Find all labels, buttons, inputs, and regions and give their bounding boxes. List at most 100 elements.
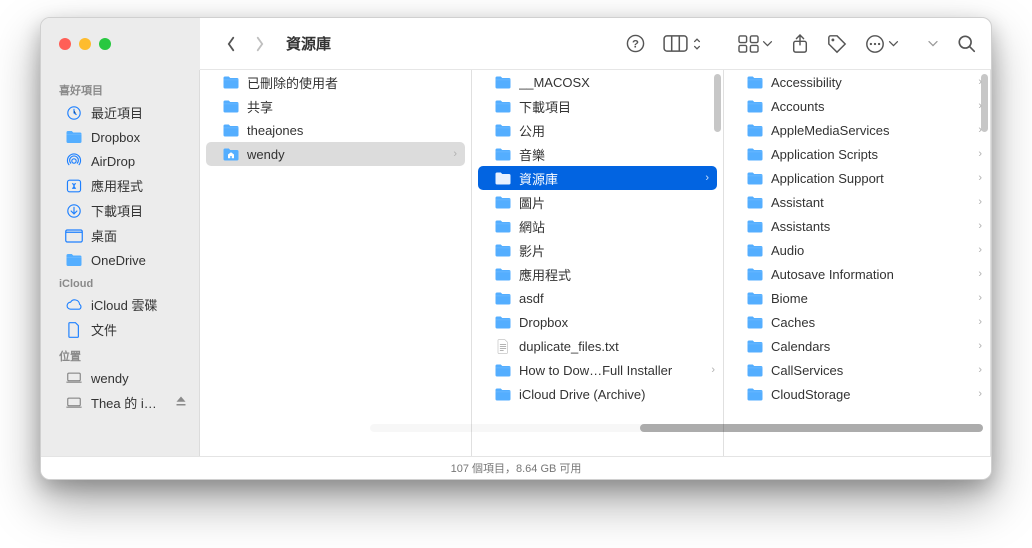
folder-icon [65,128,83,146]
file-name: Application Scripts [771,147,971,162]
file-row[interactable]: asdf [472,286,723,310]
sidebar-item[interactable]: Thea 的 i… [47,390,193,415]
file-row[interactable]: Dropbox [472,310,723,334]
sidebar-item[interactable]: AirDrop [47,149,193,173]
status-bar: 107 個項目，8.64 GB 可用 [41,456,991,479]
sidebar-item[interactable]: 桌面 [47,223,193,248]
folder-icon [746,266,764,282]
chevron-right-icon: › [978,196,982,208]
sidebar-item-label: 文件 [91,320,117,339]
forward-button[interactable] [246,30,272,58]
file-row[interactable]: 已刪除的使用者 [200,70,471,94]
help-button[interactable] [626,34,645,53]
file-name: 圖片 [519,193,715,212]
file-row[interactable]: Accounts› [724,94,990,118]
file-row[interactable]: iCloud Drive (Archive) [472,382,723,406]
file-name: Application Support [771,171,971,186]
eject-icon[interactable] [175,395,187,410]
chevron-right-icon: › [978,100,982,112]
chevron-right-icon: › [978,316,982,328]
file-name: CloudStorage [771,387,971,402]
columns-view: 已刪除的使用者共享theajoneswendy› __MACOSX下載項目公用音… [200,70,991,456]
file-row[interactable]: Audio› [724,238,990,262]
status-text: 107 個項目，8.64 GB 可用 [451,460,582,476]
sidebar-item-label: 桌面 [91,226,117,245]
scrollbar-thumb[interactable] [640,424,983,432]
folder-icon [494,122,512,138]
file-name: wendy [247,147,446,162]
sidebar-section-title: iCloud [41,272,199,292]
file-name: AppleMediaServices [771,123,971,138]
folder-icon [746,338,764,354]
file-row[interactable]: Application Scripts› [724,142,990,166]
folder-icon [746,194,764,210]
column-1[interactable]: 已刪除的使用者共享 theajones wendy› [200,70,472,456]
file-row[interactable]: duplicate_files.txt [472,334,723,358]
file-row[interactable]: Biome› [724,286,990,310]
back-button[interactable] [218,30,244,58]
group-by-button[interactable] [738,34,773,53]
file-row[interactable]: 影片 [472,238,723,262]
file-row[interactable]: Calendars› [724,334,990,358]
file-row[interactable]: Application Support› [724,166,990,190]
file-name: 共享 [247,97,463,116]
overflow-button[interactable] [927,40,939,48]
file-row[interactable]: theajones [200,118,471,142]
file-row[interactable]: Assistant› [724,190,990,214]
actions-button[interactable] [865,34,899,54]
search-button[interactable] [957,34,977,54]
file-row[interactable]: Autosave Information› [724,262,990,286]
file-name: Dropbox [519,315,715,330]
folder-icon [746,242,764,258]
file-row[interactable]: 下載項目 [472,94,723,118]
sidebar-item[interactable]: 文件 [47,317,193,342]
column-2[interactable]: __MACOSX下載項目公用音樂資源庫› 圖片網站影片應用程式 asdf Dropbo… [472,70,724,456]
file-row[interactable]: Assistants› [724,214,990,238]
laptop-icon [65,369,83,387]
sidebar-item[interactable]: Dropbox [47,125,193,149]
file-name: 已刪除的使用者 [247,73,463,92]
minimize-button[interactable] [79,38,91,50]
body: 喜好項目最近項目DropboxAirDrop應用程式下載項目桌面OneDrive… [41,70,991,456]
share-button[interactable] [791,33,809,55]
file-row[interactable]: CloudStorage› [724,382,990,406]
file-row[interactable]: Caches› [724,310,990,334]
file-row[interactable]: AppleMediaServices › [724,118,990,142]
file-name: How to Dow…Full Installer [519,363,704,378]
sidebar-item[interactable]: wendy [47,366,193,390]
column-3[interactable]: Accessibility›Accounts›AppleMediaService… [724,70,991,456]
fullscreen-button[interactable] [99,38,111,50]
file-row[interactable]: 網站 [472,214,723,238]
view-columns-button[interactable] [663,34,702,53]
file-row[interactable]: 圖片 [472,190,723,214]
file-name: theajones [247,123,463,138]
file-row[interactable]: 應用程式 [472,262,723,286]
sidebar-item[interactable]: 最近項目 [47,100,193,125]
sidebar-item[interactable]: 下載項目 [47,198,193,223]
sidebar-item[interactable]: 應用程式 [47,173,193,198]
file-name: iCloud Drive (Archive) [519,387,715,402]
sidebar-item[interactable]: OneDrive [47,248,193,272]
file-row[interactable]: 資源庫› [478,166,717,190]
file-row[interactable]: 音樂 [472,142,723,166]
folder-icon [65,251,83,269]
doc-icon [65,321,83,339]
chevron-right-icon: › [978,124,982,136]
file-row[interactable]: 公用 [472,118,723,142]
file-name: 影片 [519,241,715,260]
file-row[interactable]: Accessibility› [724,70,990,94]
window-title: 資源庫 [286,33,331,54]
file-row[interactable]: CallServices› [724,358,990,382]
home-folder-icon [222,146,240,162]
file-row[interactable]: How to Dow…Full Installer› [472,358,723,382]
sidebar-item[interactable]: iCloud 雲碟 [47,292,193,317]
horizontal-scrollbar[interactable] [370,424,983,432]
file-name: Biome [771,291,971,306]
file-row[interactable]: wendy› [206,142,465,166]
file-name: asdf [519,291,715,306]
tags-button[interactable] [827,34,847,54]
file-row[interactable]: 共享 [200,94,471,118]
file-row[interactable]: __MACOSX [472,70,723,94]
apps-icon [65,177,83,195]
close-button[interactable] [59,38,71,50]
